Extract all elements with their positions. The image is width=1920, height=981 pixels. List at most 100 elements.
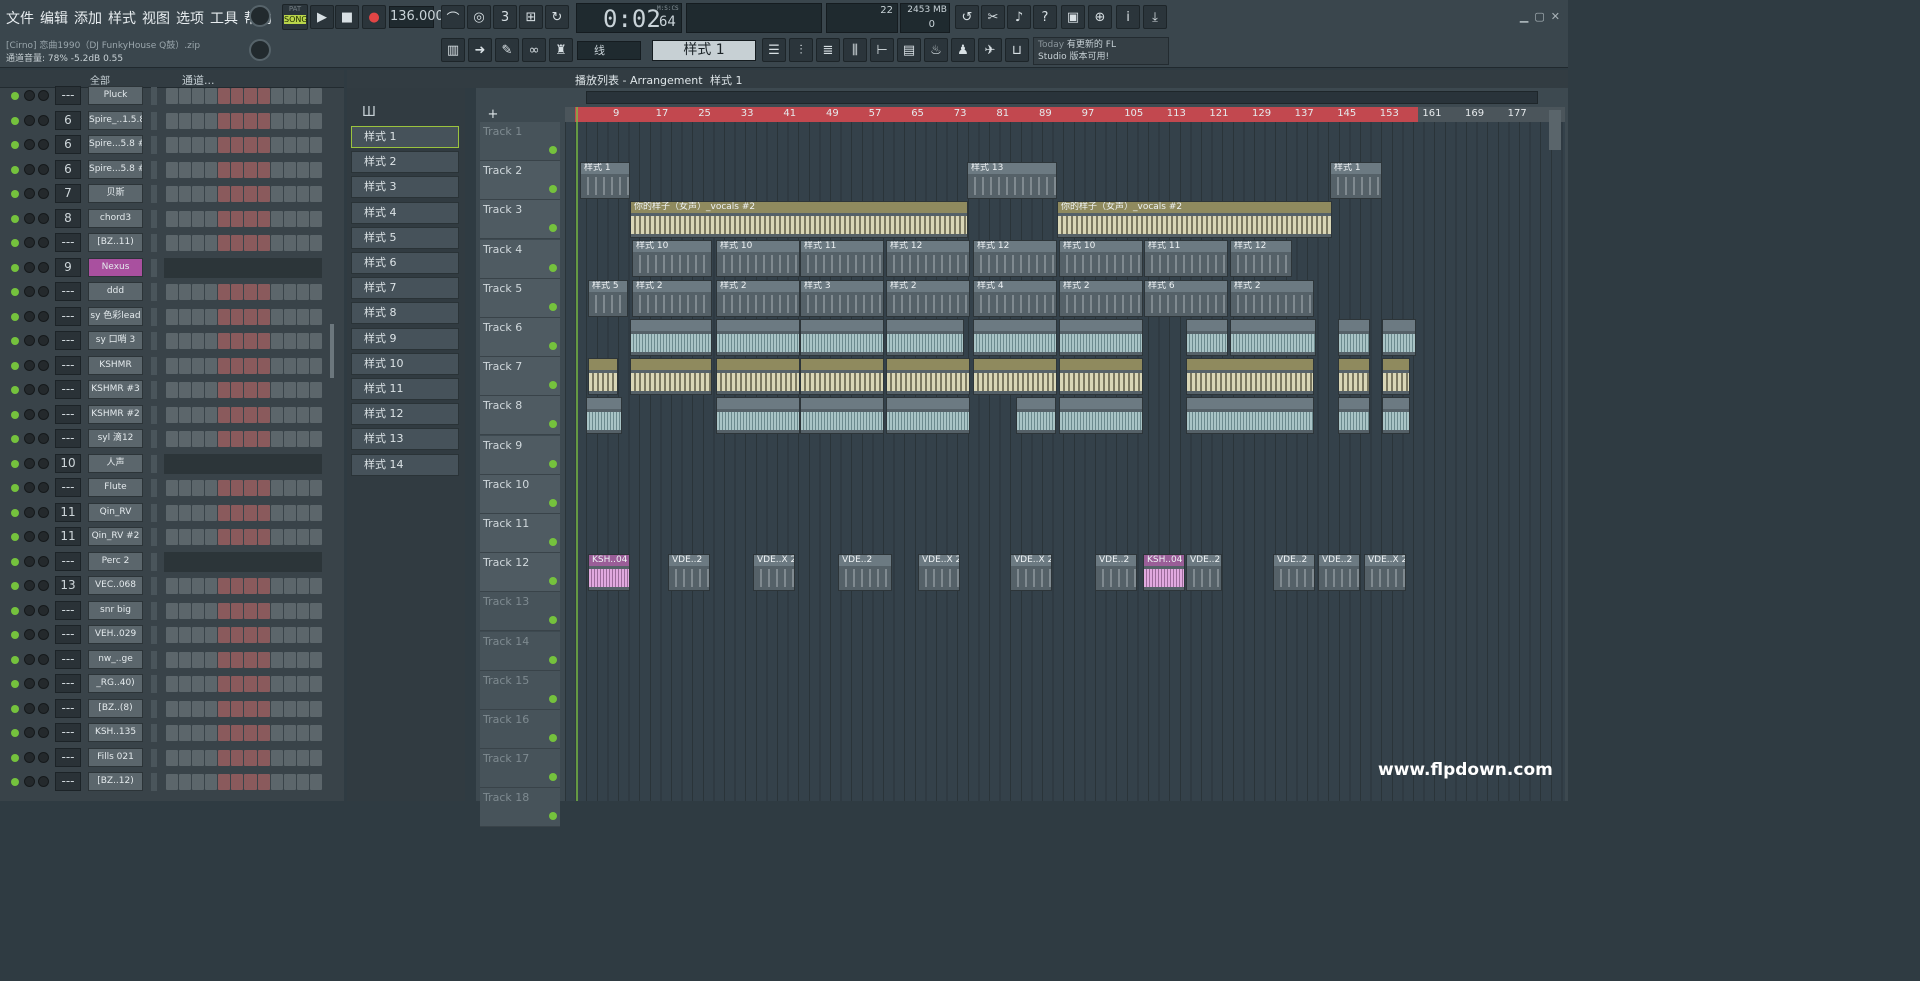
channel-pan-knob[interactable] <box>24 237 35 248</box>
master-pitch-knob[interactable] <box>249 39 271 61</box>
channel-pan-knob[interactable] <box>24 653 35 665</box>
channel-volume-knob[interactable] <box>38 163 49 175</box>
step-button[interactable] <box>192 749 205 766</box>
channel-name-button[interactable]: chord3 <box>88 208 143 228</box>
step-button[interactable] <box>244 480 257 496</box>
menu-view[interactable]: 视图 <box>140 6 172 30</box>
channel-mixer-track[interactable]: --- <box>55 331 81 350</box>
step-button[interactable] <box>231 504 244 521</box>
step-button[interactable] <box>192 602 205 619</box>
step-button[interactable] <box>270 676 283 692</box>
channel-mute-led[interactable] <box>11 753 19 762</box>
step-button[interactable] <box>257 357 270 374</box>
channel-volume-knob[interactable] <box>38 114 49 126</box>
clip[interactable] <box>800 358 884 395</box>
channel-volume-knob[interactable] <box>38 237 49 248</box>
channel-mixer-track[interactable]: 6 <box>55 135 81 154</box>
channel-pan-knob[interactable] <box>24 580 35 591</box>
clip[interactable] <box>1059 358 1143 395</box>
step-button[interactable] <box>244 774 257 790</box>
channel-name-button[interactable]: ddd <box>88 282 143 301</box>
step-button[interactable] <box>218 700 231 717</box>
channel-row[interactable]: --- _RG..40) <box>0 672 340 696</box>
step-button[interactable] <box>257 333 270 349</box>
track-mute-led[interactable] <box>549 342 557 350</box>
channel-name-button[interactable]: [BZ..12) <box>88 772 143 791</box>
step-button[interactable] <box>231 235 244 251</box>
step-button[interactable] <box>283 480 296 496</box>
step-button[interactable] <box>309 112 322 129</box>
step-button[interactable] <box>205 357 218 374</box>
pattern-item[interactable]: 样式 7 <box>351 277 459 300</box>
channel-row[interactable]: --- syl 滴12 <box>0 427 340 451</box>
channel-row[interactable]: --- [BZ..(8) <box>0 697 340 721</box>
step-button[interactable] <box>231 774 244 790</box>
pattern-item[interactable]: 样式 13 <box>351 428 459 451</box>
track-header[interactable]: Track 11 <box>480 514 560 553</box>
clip[interactable] <box>886 318 964 356</box>
clip[interactable]: VDE..X 2 <box>1364 554 1406 591</box>
track-mute-led[interactable] <box>549 381 557 390</box>
step-button[interactable] <box>309 700 322 717</box>
channel-mixer-track[interactable]: 8 <box>55 208 81 228</box>
channel-select-bar[interactable] <box>151 675 157 693</box>
track-mute-led[interactable] <box>549 812 557 821</box>
clip[interactable] <box>716 358 800 395</box>
step-button[interactable] <box>244 112 257 129</box>
step-button[interactable] <box>257 578 270 594</box>
track-header[interactable]: Track 4 <box>480 239 560 279</box>
channel-mixer-track[interactable]: 6 <box>55 159 81 179</box>
channel-name-button[interactable]: VEH..029 <box>88 625 143 644</box>
step-button[interactable] <box>270 725 283 741</box>
step-button[interactable] <box>283 700 296 717</box>
step-button[interactable] <box>257 112 270 129</box>
track-header[interactable]: Track 9 <box>480 435 560 475</box>
channel-name-button[interactable]: KSH..135 <box>88 723 143 742</box>
channel-mixer-track[interactable]: --- <box>55 282 81 301</box>
step-button[interactable] <box>205 578 218 594</box>
channel-row[interactable]: --- KSHMR #3 <box>0 378 340 402</box>
step-button[interactable] <box>309 284 322 300</box>
step-button[interactable] <box>244 431 257 447</box>
step-button[interactable] <box>296 382 309 398</box>
pattern-item[interactable]: 样式 9 <box>351 327 459 350</box>
step-button[interactable] <box>179 749 192 766</box>
channel-pan-knob[interactable] <box>24 702 35 714</box>
step-button[interactable] <box>192 431 205 447</box>
step-button[interactable] <box>192 480 205 496</box>
channel-mixer-track[interactable]: --- <box>55 429 81 448</box>
channel-mute-led[interactable] <box>11 606 19 615</box>
step-button[interactable] <box>244 235 257 251</box>
channel-mute-led[interactable] <box>11 214 19 223</box>
step-button[interactable] <box>270 529 283 545</box>
channel-mute-led[interactable] <box>11 337 19 345</box>
pattern-item[interactable]: 样式 2 <box>351 151 459 174</box>
channel-select-bar[interactable] <box>151 748 157 767</box>
step-button[interactable] <box>218 578 231 594</box>
clip[interactable] <box>588 358 618 395</box>
step-seq-button[interactable]: ➜ <box>468 38 492 62</box>
clip[interactable]: 样式 2 <box>886 279 970 317</box>
track-mute-led[interactable] <box>549 577 557 586</box>
step-button[interactable] <box>283 749 296 766</box>
step-button[interactable] <box>218 602 231 619</box>
step-button[interactable] <box>231 529 244 545</box>
channel-mute-led[interactable] <box>11 484 19 492</box>
channel-mute-led[interactable] <box>11 729 19 737</box>
step-button[interactable] <box>231 676 244 692</box>
channel-volume-knob[interactable] <box>38 286 49 297</box>
step-button[interactable] <box>231 627 244 643</box>
step-buttons[interactable] <box>166 333 322 349</box>
step-button[interactable] <box>205 186 218 202</box>
step-button[interactable] <box>231 333 244 349</box>
step-button[interactable] <box>244 602 257 619</box>
channel-pan-knob[interactable] <box>24 776 35 787</box>
channel-mute-led[interactable] <box>11 410 19 419</box>
step-button[interactable] <box>166 186 179 202</box>
step-button[interactable] <box>179 725 192 741</box>
channel-volume-knob[interactable] <box>38 653 49 665</box>
channel-row[interactable]: --- ddd <box>0 280 340 304</box>
pattern-list-icon[interactable]: Ш <box>362 105 376 120</box>
channel-select-bar[interactable] <box>151 503 157 522</box>
track-header[interactable]: Track 14 <box>480 631 560 671</box>
